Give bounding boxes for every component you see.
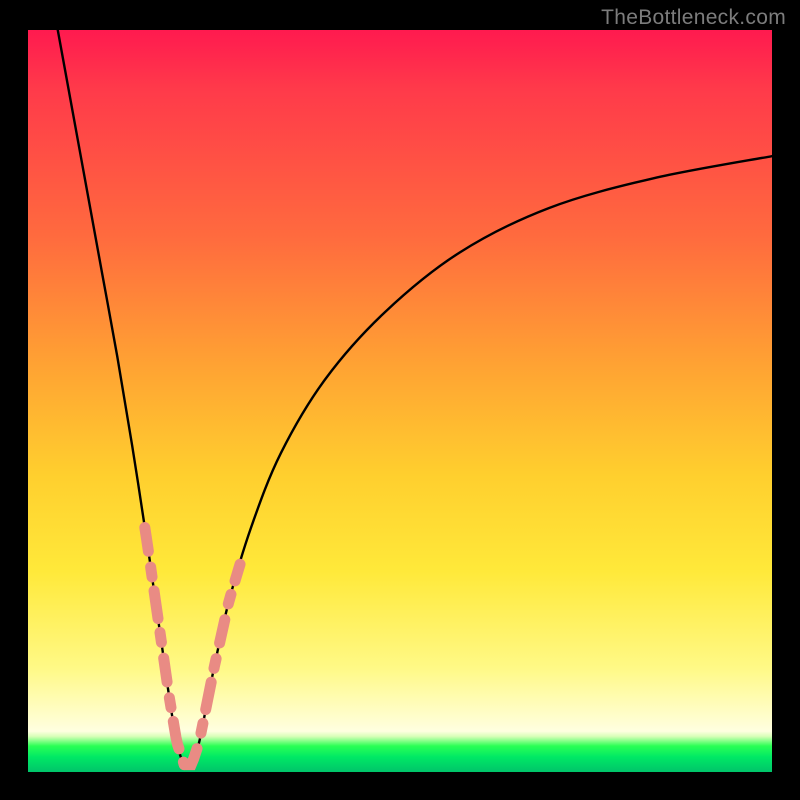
watermark-text: TheBottleneck.com [601, 6, 786, 30]
curve-layer [28, 30, 772, 772]
dash-right [184, 564, 240, 764]
dash-left [145, 528, 184, 765]
chart-frame: TheBottleneck.com [0, 0, 800, 800]
plot-area [28, 30, 772, 772]
dashed-markers [145, 528, 240, 765]
